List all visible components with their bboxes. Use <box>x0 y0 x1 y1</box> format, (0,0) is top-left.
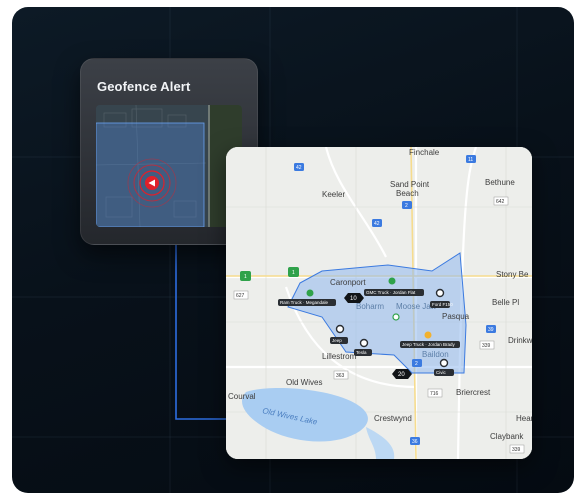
shield-2-center: 2 <box>415 361 418 367</box>
vehicle-pin-icon <box>388 277 396 285</box>
shield-339: 339 <box>482 343 491 349</box>
label-drinkwater: Drinkw <box>508 336 532 345</box>
label-hearne: Hear <box>516 414 532 423</box>
shield-642: 642 <box>496 199 505 205</box>
label-old-wives: Old Wives <box>286 378 322 387</box>
shield-1-left: 1 <box>244 274 247 280</box>
shield-627: 627 <box>236 293 245 299</box>
shield-363: 363 <box>336 373 345 379</box>
label-finchale: Finchale <box>409 148 440 157</box>
svg-text:Jeep: Jeep <box>332 338 342 343</box>
label-baildon: Baildon <box>422 350 449 359</box>
label-caronport: Caronport <box>330 278 366 287</box>
vehicle-pin-icon <box>392 313 400 321</box>
svg-text:Ford F150: Ford F150 <box>432 302 453 307</box>
label-bethune: Bethune <box>485 178 515 187</box>
shield-339-bottom: 339 <box>512 447 521 453</box>
label-pasqua: Pasqua <box>442 312 470 321</box>
alert-title: Geofence Alert <box>97 79 191 94</box>
label-beach: Beach <box>396 189 419 198</box>
label-briercrest: Briercrest <box>456 388 491 397</box>
vehicle-pin-icon <box>439 358 449 368</box>
vehicle-pin-icon <box>335 324 345 334</box>
aerial-image[interactable] <box>96 105 242 227</box>
map-panel[interactable]: Finchale Bethune Keeler Sand Point Beach… <box>226 147 532 459</box>
svg-text:GMC Truck · Jordan Flat: GMC Truck · Jordan Flat <box>366 290 416 295</box>
shield-42-top: 42 <box>296 165 302 171</box>
vehicle-pin-icon <box>306 289 314 297</box>
label-stony-beach: Stony Be <box>496 270 529 279</box>
label-courval: Courval <box>228 392 256 401</box>
connector-line <box>175 235 226 420</box>
shield-716: 716 <box>430 391 439 397</box>
shield-2: 2 <box>405 203 408 209</box>
label-sand-point: Sand Point <box>390 180 430 189</box>
label-claybank: Claybank <box>490 432 524 441</box>
label-crestwynd: Crestwynd <box>374 414 412 423</box>
shield-11: 11 <box>468 157 473 163</box>
label-belle-plaine: Belle Pl <box>492 298 519 307</box>
svg-text:10: 10 <box>350 296 357 302</box>
vehicle-pin-icon <box>435 288 445 298</box>
label-lillestrom: Lillestrom <box>322 352 357 361</box>
svg-text:Ram Truck · Megandale: Ram Truck · Megandale <box>280 300 329 305</box>
shield-42-mid: 42 <box>374 221 380 227</box>
shield-36: 36 <box>412 439 418 445</box>
vehicle-pin-icon <box>359 338 369 348</box>
geofence-zone <box>96 122 205 227</box>
svg-text:Civic: Civic <box>436 370 446 375</box>
svg-text:Jeep Truck · Jordan Brady: Jeep Truck · Jordan Brady <box>402 342 456 347</box>
vehicle-pin-icon <box>424 331 432 339</box>
svg-text:20: 20 <box>398 372 405 378</box>
svg-text:Tesla: Tesla <box>356 350 367 355</box>
label-boharm: Boharm <box>356 302 384 311</box>
app-canvas: Geofence Alert Finchale Bethune Keeler S… <box>12 7 574 493</box>
label-keeler: Keeler <box>322 190 345 199</box>
shield-1-right: 1 <box>292 270 295 276</box>
shield-39: 39 <box>488 327 494 333</box>
